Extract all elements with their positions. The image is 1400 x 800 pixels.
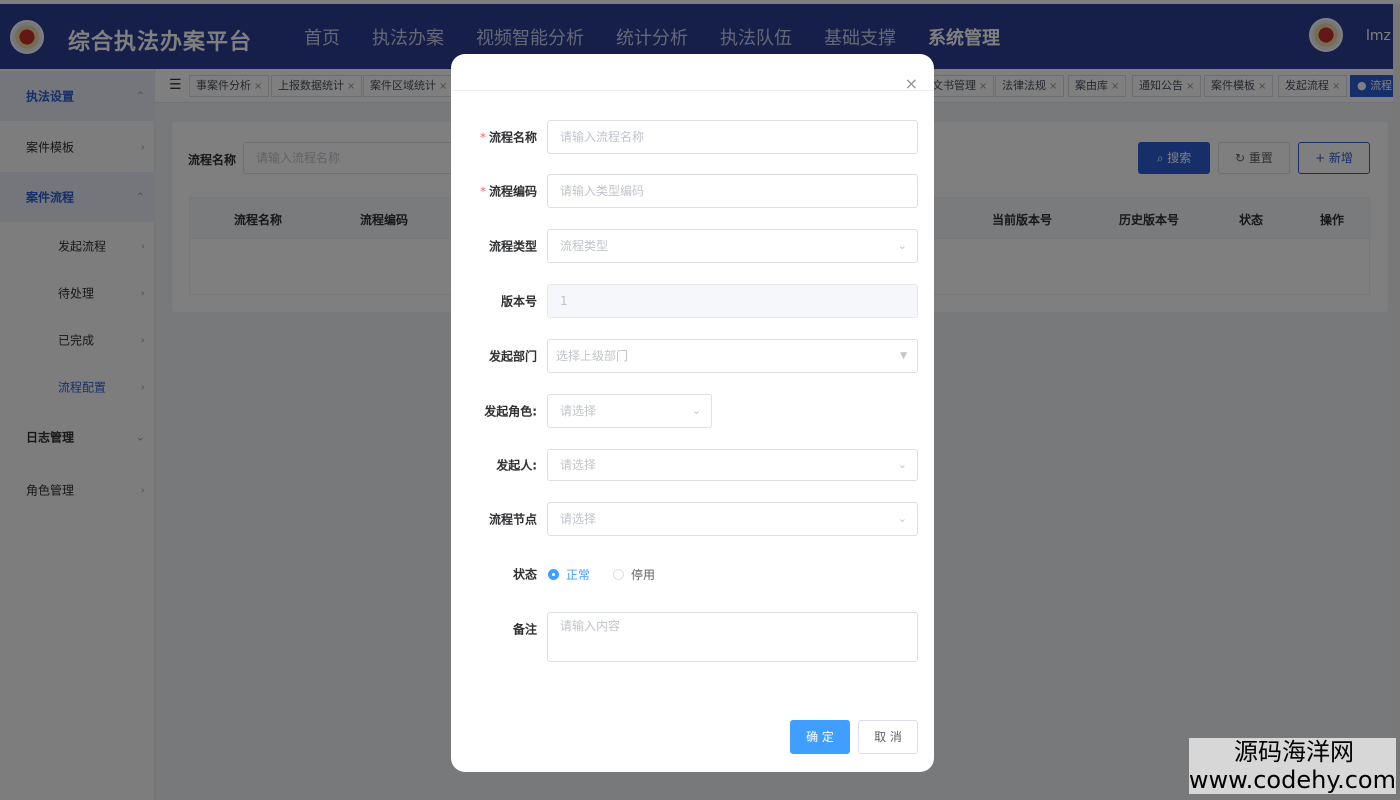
form-row-type: 流程类型 流程类型 ⌄ [451, 229, 934, 263]
dialog-divider [451, 90, 934, 91]
flow-dialog: × * 流程名称 请输入流程名称 * 流程编码 请输入类型编码 流程类型 流程类型 ⌄… [451, 54, 934, 772]
chevron-down-icon: ⌄ [897, 458, 907, 471]
chevron-down-icon: ⌄ [897, 239, 907, 252]
form-row-status: 状态 正常 停用 [451, 557, 934, 591]
select-placeholder: 请选择 [560, 512, 597, 526]
form-row-version: 版本号 1 [451, 284, 934, 318]
dept-tree-select[interactable]: 选择上级部门 ▼ [547, 339, 918, 373]
field-label: 发起部门 [488, 349, 537, 364]
field-label: 发起人: [496, 458, 537, 473]
flow-nodes-select[interactable]: 请选择 ⌄ [547, 502, 918, 536]
field-label: * 流程编码 [480, 183, 537, 200]
radio-label: 正常 [566, 567, 591, 582]
field-label: 备注 [512, 622, 537, 637]
required-mark: * [479, 130, 486, 145]
field-label: * 流程名称 [480, 129, 537, 146]
form-row-nodes: 流程节点 请选择 ⌄ [451, 502, 934, 536]
caret-down-icon: ▼ [900, 351, 907, 361]
version-input: 1 [547, 284, 918, 318]
radio-label: 停用 [631, 567, 656, 582]
cancel-button[interactable]: 取 消 [858, 720, 918, 754]
flow-name-input[interactable]: 请输入流程名称 [547, 120, 918, 154]
required-mark: * [479, 184, 486, 199]
form-row-code: * 流程编码 请输入类型编码 [451, 174, 934, 208]
form-row-dept: 发起部门 选择上级部门 ▼ [451, 339, 934, 373]
field-label-text: 流程编码 [488, 184, 537, 199]
select-placeholder: 选择上级部门 [556, 349, 629, 363]
radio-checked-icon [548, 568, 559, 580]
app-root: 综合执法办案平台 首页 执法办案 视频智能分析 统计分析 执法队伍 基础支撑 系… [0, 0, 1400, 800]
watermark-line-2: www.codehy.com [1188, 766, 1396, 794]
status-radio-disabled[interactable]: 停用 [613, 557, 655, 591]
watermark-line-1: 源码海洋网 [1234, 738, 1354, 766]
field-label: 状态 [512, 567, 537, 582]
form-row-remark: 备注 请输入内容 [451, 612, 934, 662]
chevron-down-icon: ⌄ [691, 404, 701, 417]
field-label: 流程类型 [488, 239, 537, 254]
field-label-text: 流程名称 [488, 130, 537, 145]
select-placeholder: 流程类型 [560, 239, 609, 253]
form-row-role: 发起角色: 请选择 ⌄ [451, 394, 934, 428]
field-label: 流程节点 [488, 512, 537, 527]
flow-code-input[interactable]: 请输入类型编码 [547, 174, 918, 208]
form-row-starter: 发起人: 请选择 ⌄ [451, 449, 934, 481]
radio-unchecked-icon [613, 568, 624, 580]
field-label: 发起角色: [484, 404, 537, 419]
role-select[interactable]: 请选择 ⌄ [547, 394, 712, 428]
select-placeholder: 请选择 [560, 404, 597, 418]
select-placeholder: 请选择 [560, 458, 597, 472]
flow-type-select[interactable]: 流程类型 ⌄ [547, 229, 918, 263]
status-radio-normal[interactable]: 正常 [548, 557, 590, 591]
field-label: 版本号 [500, 294, 537, 309]
remark-textarea[interactable]: 请输入内容 [547, 612, 918, 662]
form-row-name: * 流程名称 请输入流程名称 [451, 120, 934, 154]
watermark: 源码海洋网 www.codehy.com [1188, 738, 1396, 794]
starter-select[interactable]: 请选择 ⌄ [547, 449, 918, 481]
chevron-down-icon: ⌄ [897, 512, 907, 525]
confirm-button[interactable]: 确 定 [790, 720, 850, 754]
